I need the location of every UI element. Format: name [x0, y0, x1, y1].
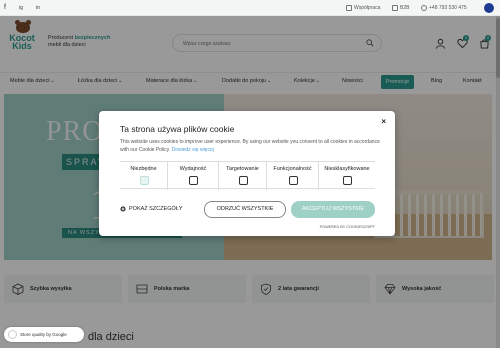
facebook-icon[interactable]: f — [4, 4, 6, 11]
cookie-category-label: Niezbędne — [130, 166, 157, 172]
cookie-category-performance: Wydajność — [168, 162, 219, 190]
instagram-icon[interactable]: ig — [19, 5, 23, 11]
checkbox-performance[interactable] — [189, 176, 198, 185]
cookie-title: Ta strona używa plików cookie — [120, 124, 235, 134]
show-details-label: POKAŻ SZCZEGÓŁY — [129, 206, 183, 212]
cookie-category-functionality: Funkcjonalność — [267, 162, 319, 190]
checkbox-functionality[interactable] — [289, 176, 298, 185]
close-icon[interactable]: × — [381, 117, 386, 126]
topbar-link-label: Współpraca — [354, 5, 381, 11]
show-details-link[interactable]: POKAŻ SZCZEGÓŁY — [120, 206, 182, 212]
cookie-categories: Niezbędne Wydajność Targetowanie Funkcjo… — [120, 161, 375, 190]
top-bar: f ig in Współpraca B2B +48 793 530 475 — [0, 0, 500, 16]
cookie-category-label: Wydajność — [179, 166, 207, 172]
cookie-consent-dialog: × Ta strona używa plików cookie This web… — [99, 111, 395, 236]
cookie-description: This website uses cookies to improve use… — [120, 138, 380, 154]
google-logo-icon — [8, 330, 17, 339]
topbar-link-wspolpraca[interactable]: Współpraca — [346, 5, 380, 11]
gear-icon — [120, 206, 126, 212]
topbar-link-label: B2B — [400, 5, 410, 11]
cookie-learn-more-link[interactable]: Dowiedz się więcej — [172, 147, 214, 153]
phone-icon — [421, 5, 427, 11]
accept-all-button[interactable]: AKCEPTUJ WSZYSTKIE — [291, 201, 375, 218]
reject-all-button[interactable]: ODRZUĆ WSZYSTKIE — [204, 201, 286, 218]
b2b-icon — [392, 5, 398, 11]
cookie-category-label: Niesklasyfikowane — [324, 166, 370, 172]
cookie-category-label: Targetowanie — [226, 166, 259, 172]
google-badge-label: Store quality by Google — [20, 332, 67, 337]
cookie-category-necessary: Niezbędne — [120, 162, 168, 190]
topbar-link-phone[interactable]: +48 793 530 475 — [421, 5, 467, 11]
topbar-link-b2b[interactable]: B2B — [392, 5, 409, 11]
cookie-category-unclassified: Niesklasyfikowane — [319, 162, 375, 190]
checkbox-necessary — [140, 176, 149, 185]
cookie-category-label: Funkcjonalność — [273, 166, 312, 172]
cookie-description-text: This website uses cookies to improve use… — [120, 139, 380, 153]
checkbox-unclassified[interactable] — [343, 176, 352, 185]
google-store-badge[interactable]: Store quality by Google — [4, 327, 84, 342]
language-flag-icon[interactable] — [484, 3, 494, 13]
linkedin-icon[interactable]: in — [36, 5, 40, 11]
cookie-category-targeting: Targetowanie — [219, 162, 267, 190]
powered-by-label: POWERED BY COOKIESCRIPT — [319, 225, 375, 229]
topbar-link-label: +48 793 530 475 — [429, 5, 467, 11]
handshake-icon — [346, 5, 352, 11]
checkbox-targeting[interactable] — [239, 176, 248, 185]
